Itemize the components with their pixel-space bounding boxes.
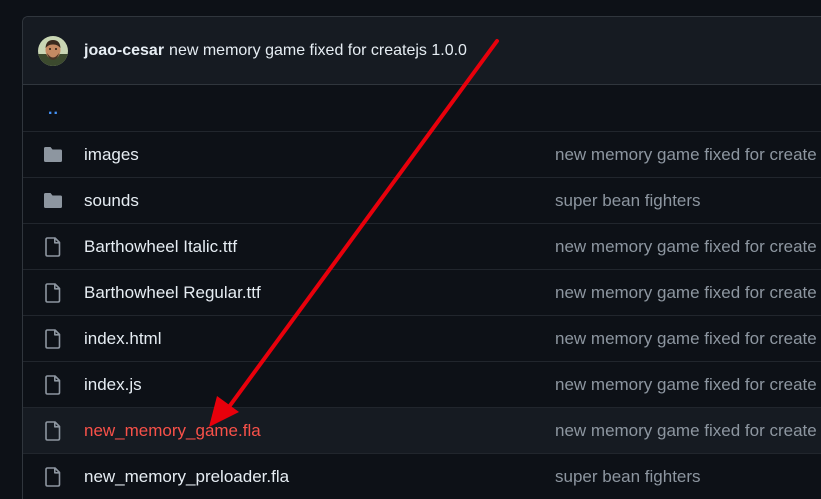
file-row[interactable]: Barthowheel Italic.ttf new memory game fi… — [23, 224, 821, 270]
file-commit-message-link[interactable]: new memory game fixed for create — [555, 283, 817, 303]
latest-commit-bar: joao-cesar new memory game fixed for cre… — [23, 17, 821, 85]
file-name-link[interactable]: Barthowheel Regular.ttf — [84, 283, 261, 303]
file-icon — [42, 466, 64, 487]
file-name-link[interactable]: sounds — [84, 191, 139, 211]
page: joao-cesar new memory game fixed for cre… — [0, 0, 821, 499]
file-commit-message-link[interactable]: new memory game fixed for create — [555, 421, 817, 441]
commit-message-link[interactable]: new memory game fixed for createjs 1.0.0 — [169, 42, 467, 60]
commit-author-link[interactable]: joao-cesar — [84, 42, 164, 60]
file-name-link[interactable]: index.html — [84, 329, 161, 349]
file-icon — [42, 236, 64, 257]
file-row[interactable]: sounds super bean fighters — [23, 178, 821, 224]
file-icon — [42, 420, 64, 441]
file-row[interactable]: images new memory game fixed for create — [23, 132, 821, 178]
file-row[interactable]: new_memory_game.fla new memory game fixed… — [23, 408, 821, 454]
file-commit-message-link[interactable]: super bean fighters — [555, 191, 701, 211]
file-name-link[interactable]: new_memory_game.fla — [84, 421, 261, 441]
file-browser: joao-cesar new memory game fixed for cre… — [22, 16, 821, 499]
file-commit-message-link[interactable]: new memory game fixed for create — [555, 329, 817, 349]
file-name-link[interactable]: images — [84, 145, 139, 165]
file-row[interactable]: new_memory_preloader.fla super bean fight… — [23, 454, 821, 499]
folder-icon — [42, 191, 64, 211]
parent-directory-row[interactable]: .. — [23, 85, 821, 132]
file-commit-message-link[interactable]: new memory game fixed for create — [555, 375, 817, 395]
file-icon — [42, 328, 64, 349]
file-row[interactable]: Barthowheel Regular.ttf new memory game f… — [23, 270, 821, 316]
file-commit-message-link[interactable]: new memory game fixed for create — [555, 237, 817, 257]
file-row[interactable]: index.html new memory game fixed for crea… — [23, 316, 821, 362]
file-name-link[interactable]: Barthowheel Italic.ttf — [84, 237, 237, 257]
file-commit-message-link[interactable]: new memory game fixed for create — [555, 145, 817, 165]
file-name-link[interactable]: new_memory_preloader.fla — [84, 467, 289, 487]
file-row[interactable]: index.js new memory game fixed for create — [23, 362, 821, 408]
file-commit-message-link[interactable]: super bean fighters — [555, 467, 701, 487]
parent-directory-link[interactable]: .. — [48, 101, 59, 119]
file-name-link[interactable]: index.js — [84, 375, 142, 395]
folder-icon — [42, 145, 64, 165]
file-list: images new memory game fixed for create so… — [23, 132, 821, 499]
file-icon — [42, 282, 64, 303]
avatar[interactable] — [38, 35, 68, 66]
file-icon — [42, 374, 64, 395]
